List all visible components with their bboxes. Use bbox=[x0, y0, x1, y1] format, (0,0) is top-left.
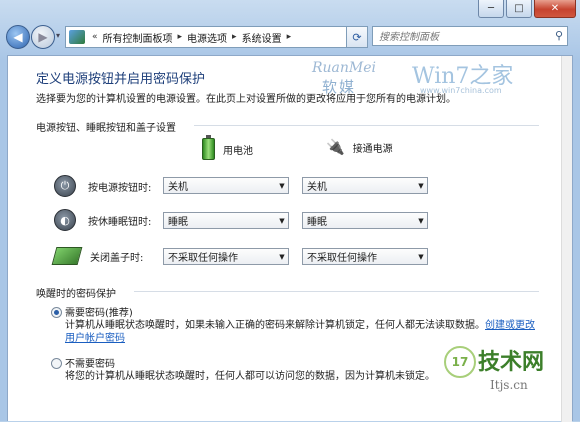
ruanmei-logo-text: RuanMei bbox=[312, 60, 377, 76]
breadcrumb-overflow[interactable]: « bbox=[89, 32, 101, 42]
require-password-desc-text: 计算机从睡眠状态唤醒时，如果未输入正确的密码来解除计算机锁定，任何人都无法读取数… bbox=[65, 320, 485, 331]
breadcrumb-separator[interactable]: ▸ bbox=[229, 32, 240, 42]
page-subtitle: 选择要为您的计算机设置的电源设置。在此页上对设置所做的更改将应用于您所有的电源计… bbox=[36, 94, 456, 105]
no-password-label[interactable]: 不需要密码 bbox=[65, 355, 115, 370]
window-caption-buttons: ─ □ ✕ bbox=[478, 0, 576, 18]
refresh-button[interactable]: ⟳ bbox=[346, 26, 368, 48]
lid-close-plugged-select[interactable]: 不采取任何操作 ▼ bbox=[302, 248, 428, 265]
battery-column-header: 用电池 bbox=[202, 135, 253, 160]
chevron-down-icon: ▼ bbox=[418, 252, 424, 261]
breadcrumb-all-items[interactable]: 所有控制面板项 bbox=[101, 30, 175, 45]
lid-close-row: 关闭盖子时: bbox=[51, 244, 144, 268]
search-input[interactable] bbox=[377, 28, 551, 46]
lid-close-label: 关闭盖子时: bbox=[90, 252, 144, 264]
page-title: 定义电源按钮并启用密码保护 bbox=[36, 72, 206, 87]
battery-column-label: 用电池 bbox=[223, 145, 253, 157]
power-button-row: ⏻ 按电源按钮时: bbox=[54, 174, 151, 198]
maximize-button[interactable]: □ bbox=[506, 0, 532, 18]
navigation-bar: ◀ ▶ ▾ « 所有控制面板项 ▸ 电源选项 ▸ 系统设置 ▸ ▾ ⟳ ⚲ bbox=[0, 22, 580, 52]
select-value: 睡眠 bbox=[307, 217, 327, 228]
lid-close-battery-select[interactable]: 不采取任何操作 ▼ bbox=[163, 248, 289, 265]
address-bar[interactable]: « 所有控制面板项 ▸ 电源选项 ▸ 系统设置 ▸ ▾ bbox=[65, 26, 365, 48]
power-plug-icon: 🔌 bbox=[326, 138, 345, 156]
power-button-icon: ⏻ bbox=[54, 175, 76, 197]
recent-pages-dropdown-icon[interactable]: ▾ bbox=[56, 31, 60, 40]
sleep-button-battery-select[interactable]: 睡眠 ▼ bbox=[163, 212, 289, 229]
power-button-battery-select[interactable]: 关机 ▼ bbox=[163, 177, 289, 194]
select-value: 关机 bbox=[307, 182, 327, 193]
battery-icon bbox=[202, 135, 215, 160]
sleep-button-plugged-select[interactable]: 睡眠 ▼ bbox=[302, 212, 428, 229]
forward-button[interactable]: ▶ bbox=[31, 25, 55, 49]
password-section-heading: 唤醒时的密码保护 bbox=[36, 289, 116, 300]
plugged-column-header: 🔌 接通电源 bbox=[326, 138, 393, 156]
no-password-radio[interactable] bbox=[51, 358, 62, 369]
require-password-label[interactable]: 需要密码(推荐) bbox=[65, 304, 133, 319]
select-value: 不采取任何操作 bbox=[168, 253, 238, 264]
chevron-down-icon: ▼ bbox=[418, 216, 424, 225]
power-button-plugged-select[interactable]: 关机 ▼ bbox=[302, 177, 428, 194]
close-button[interactable]: ✕ bbox=[534, 0, 576, 18]
site-watermark: 17 技术网 Itjs.cn bbox=[444, 338, 570, 400]
select-value: 不采取任何操作 bbox=[307, 253, 377, 264]
sleep-button-icon: ◐ bbox=[54, 209, 76, 231]
require-password-radio[interactable] bbox=[51, 307, 62, 318]
minimize-button[interactable]: ─ bbox=[478, 0, 504, 18]
plugged-column-label: 接通电源 bbox=[352, 143, 393, 155]
breadcrumb-separator[interactable]: ▸ bbox=[284, 32, 295, 42]
search-box[interactable]: ⚲ bbox=[372, 26, 568, 46]
select-value: 睡眠 bbox=[168, 217, 188, 228]
sleep-button-label: 按休睡眠钮时: bbox=[88, 216, 152, 228]
chevron-down-icon: ▼ bbox=[279, 181, 285, 190]
chevron-down-icon: ▼ bbox=[418, 181, 424, 190]
watermark-domain: Itjs.cn bbox=[490, 378, 528, 392]
section-divider bbox=[134, 291, 539, 292]
chevron-down-icon: ▼ bbox=[279, 216, 285, 225]
search-icon[interactable]: ⚲ bbox=[555, 29, 563, 42]
power-section-heading: 电源按钮、睡眠按钮和盖子设置 bbox=[36, 123, 176, 134]
chevron-down-icon: ▼ bbox=[279, 252, 285, 261]
breadcrumb-system-settings[interactable]: 系统设置 bbox=[240, 30, 284, 45]
power-button-label: 按电源按钮时: bbox=[88, 182, 152, 194]
breadcrumb-power-options[interactable]: 电源选项 bbox=[185, 30, 229, 45]
back-button[interactable]: ◀ bbox=[6, 25, 30, 49]
control-panel-icon bbox=[69, 30, 85, 44]
breadcrumb-separator[interactable]: ▸ bbox=[175, 32, 186, 42]
watermark-text: 技术网 bbox=[478, 350, 545, 375]
select-value: 关机 bbox=[168, 182, 188, 193]
section-divider bbox=[194, 125, 539, 126]
watermark-badge: 17 bbox=[444, 346, 476, 378]
sleep-button-row: ◐ 按休睡眠钮时: bbox=[54, 208, 151, 232]
control-panel-window: ─ □ ✕ ◀ ▶ ▾ « 所有控制面板项 ▸ 电源选项 ▸ 系统设置 ▸ ▾ … bbox=[0, 0, 580, 422]
laptop-lid-icon bbox=[51, 247, 83, 265]
